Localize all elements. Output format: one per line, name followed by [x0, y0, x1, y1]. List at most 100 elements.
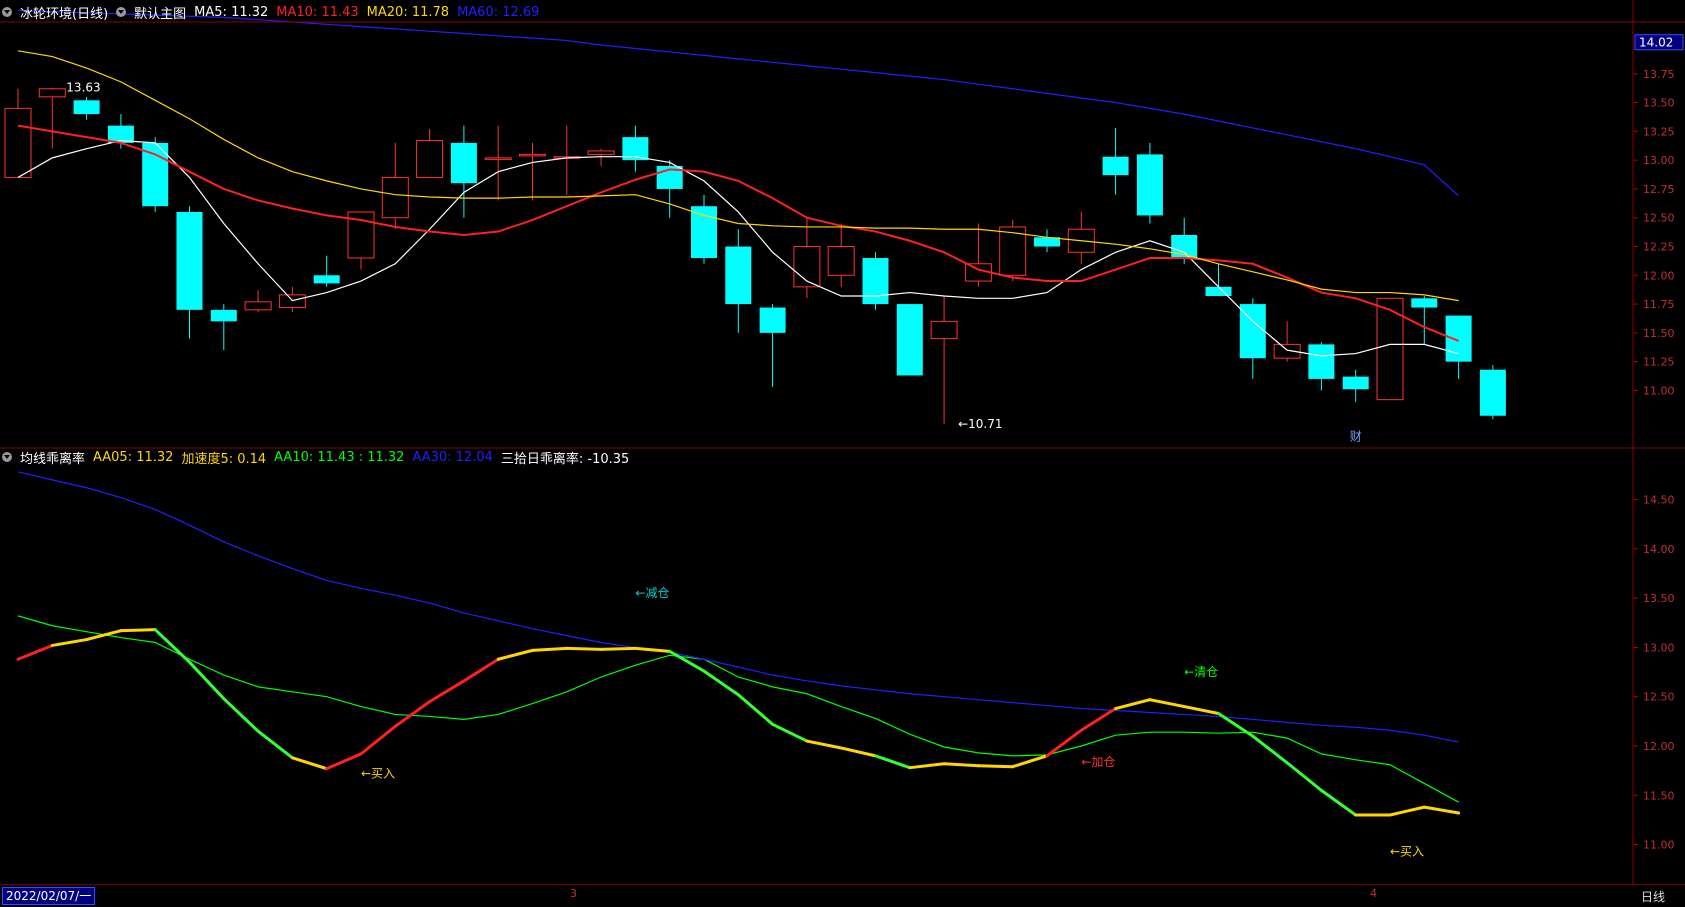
candle — [1342, 369, 1369, 402]
candle — [73, 96, 100, 120]
aa05-segment — [942, 762, 980, 768]
bias30-legend: 三拾日乖离率: -10.35 — [500, 451, 630, 467]
aa05-segment — [874, 754, 912, 770]
aa05-segment — [1251, 734, 1289, 765]
candle-body — [484, 157, 512, 160]
panel-frame — [0, 0, 1685, 884]
candle-body — [827, 246, 855, 276]
aa05-segment — [531, 646, 569, 652]
indicator-legend-bar: 均线乖离率 AA05: 11.32 加速度5: 0.14 AA10: 11.43… — [2, 447, 629, 467]
candle-body — [1342, 376, 1369, 390]
aa05-segment — [1319, 788, 1358, 817]
candle — [1445, 315, 1472, 379]
date-readout: 2022/02/07/一 — [2, 887, 96, 905]
aa05-segment — [668, 649, 706, 673]
aa05-segment — [565, 646, 603, 651]
dropdown-icon[interactable] — [2, 7, 12, 17]
candle-body — [450, 142, 477, 184]
candle — [1239, 298, 1266, 379]
aa05-segment — [1114, 698, 1152, 711]
aa05-segment — [119, 628, 157, 633]
ma5-legend: MA5: 11.32 — [194, 4, 269, 20]
aa05-segment — [908, 762, 946, 770]
indicator-tick-label: 13.00 — [1643, 641, 1675, 654]
period-label[interactable]: 日线 — [1641, 888, 1665, 905]
aa05-segment — [633, 646, 672, 653]
candle — [691, 194, 717, 264]
aa05-segment — [1011, 754, 1049, 769]
aa05-segment — [50, 638, 89, 647]
aa05-segment — [462, 657, 500, 683]
indicator-tick-label: 11.50 — [1643, 789, 1675, 802]
signal-annotation: ←买入 — [1390, 844, 1424, 858]
aa05-segment — [1422, 805, 1461, 815]
aa05-segment — [16, 643, 54, 661]
aa30-line — [17, 471, 1459, 743]
aa05-segment — [496, 648, 534, 661]
candle-body — [210, 309, 237, 322]
price-tick-label: 13.00 — [1643, 154, 1675, 167]
candle — [827, 223, 855, 287]
candle — [862, 252, 889, 310]
price-annotation: 13.63 — [66, 81, 100, 95]
candle — [176, 206, 203, 339]
indicator-tick-label: 14.00 — [1643, 543, 1675, 556]
candle-body — [244, 301, 272, 311]
price-tick-label: 13.50 — [1643, 97, 1675, 110]
candle — [1273, 321, 1301, 362]
aa05-segment — [393, 700, 432, 728]
template-name[interactable]: 默认主图 — [134, 3, 186, 22]
main-legend-bar: 冰轮环境(日线) 默认主图 MA5: 11.32 MA10: 11.43 MA2… — [2, 2, 539, 22]
price-tick-label: 12.25 — [1643, 241, 1675, 254]
candle — [484, 125, 512, 201]
candle — [725, 229, 752, 333]
stock-title[interactable]: 冰轮环境(日线) — [20, 3, 108, 22]
candle-body — [1479, 369, 1506, 416]
candle-body — [1308, 344, 1335, 379]
candle — [1136, 142, 1163, 224]
signal-annotation: ←加仓 — [1081, 755, 1115, 769]
aa05-segment — [1388, 805, 1426, 817]
candle — [622, 125, 649, 172]
indicator-name[interactable]: 均线乖离率 — [20, 448, 85, 467]
aa05-segment — [1045, 728, 1083, 758]
accel5-legend: 加速度5: 0.14 — [181, 451, 267, 467]
indicator-dropdown-icon[interactable] — [2, 452, 12, 462]
candle-body — [1136, 154, 1163, 216]
aa05-segment — [325, 752, 363, 771]
indicator-panel[interactable]: 14.50 14.00 13.50 13.00 12.50 12.00 11.50 11.00… — [16, 471, 1675, 859]
indicator-tick-label: 11.00 — [1643, 839, 1675, 852]
candle-body — [930, 320, 958, 340]
aa05-segment — [153, 628, 191, 664]
month-tick-3: 3 — [570, 887, 577, 900]
candle-body — [1102, 156, 1129, 176]
candle — [1308, 342, 1335, 391]
candle-body — [4, 107, 32, 178]
aa05-segment — [428, 679, 466, 704]
price-tick-label: 12.75 — [1643, 183, 1675, 196]
template-dropdown-icon[interactable] — [116, 7, 127, 17]
signal-annotation: ←减仓 — [635, 586, 669, 600]
price-tick-label: 12.50 — [1643, 212, 1675, 225]
aa05-segment — [1182, 705, 1220, 715]
candle — [1411, 296, 1438, 345]
candle — [381, 142, 409, 230]
candle — [553, 125, 581, 195]
indicator-tick-label: 13.50 — [1643, 592, 1675, 605]
candle — [964, 223, 992, 287]
indicator-tick-label: 14.50 — [1643, 494, 1675, 507]
aa05-segment — [1079, 707, 1118, 732]
candle — [1034, 229, 1060, 253]
aa05-segment — [736, 693, 775, 726]
ma60-legend: MA60: 12.69 — [457, 4, 540, 20]
ma10-legend: MA10: 11.43 — [276, 4, 359, 20]
indicator-tick-label: 12.50 — [1643, 691, 1675, 704]
candlestick-panel[interactable]: 14.02 13.75 13.50 13.25 13.00 12.75 12.50 12.25… — [4, 9, 1684, 443]
price-tick-label: 11.25 — [1643, 356, 1675, 369]
current-price-label: 14.02 — [1639, 36, 1673, 50]
candle-body — [862, 258, 889, 305]
price-tick-label: 13.75 — [1643, 68, 1675, 81]
candle — [1205, 263, 1232, 297]
aa05-segment — [599, 646, 637, 651]
price-tick-label: 11.50 — [1643, 327, 1675, 340]
